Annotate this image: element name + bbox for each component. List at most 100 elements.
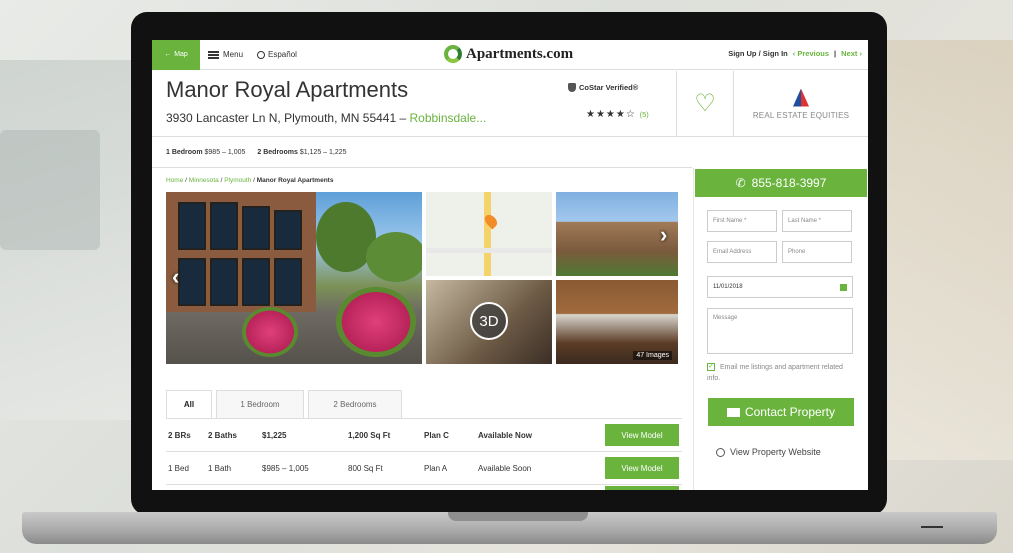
email-opt-in-label: Email me listings and apartment related … — [707, 364, 843, 382]
pricing-summary: 1 Bedroom $985 – 1,005 2 Bedrooms $1,125… — [152, 138, 692, 168]
heart-icon: ♡ — [694, 90, 716, 117]
previous-link[interactable]: ‹ Previous — [793, 49, 829, 58]
gallery-prev-arrow-icon[interactable]: ‹ — [172, 264, 179, 290]
globe-icon — [716, 447, 725, 457]
date-value: 11/01/2018 — [713, 284, 743, 290]
globe-icon — [257, 50, 266, 59]
calendar-icon[interactable] — [840, 284, 847, 291]
window-image — [210, 258, 238, 306]
move-in-date-field[interactable]: 11/01/2018 — [707, 276, 853, 298]
view-model-button[interactable]: View Model — [605, 424, 679, 446]
first-name-field[interactable]: First Name * — [707, 210, 777, 232]
tree-image — [366, 232, 422, 282]
costar-verified: CoStar Verified® — [568, 83, 638, 92]
unit-plan: Plan C — [424, 430, 449, 440]
last-name-field[interactable]: Last Name * — [782, 210, 852, 232]
unit-price: $985 – 1,005 — [262, 463, 309, 473]
one-bed-label: 1 Bedroom — [166, 149, 203, 156]
image-count: 47 Images — [633, 351, 672, 360]
sign-in-link[interactable]: Sign Up / Sign In — [728, 49, 788, 58]
favorite-button[interactable]: ♡ — [676, 71, 734, 137]
envelope-icon — [726, 407, 740, 417]
email-opt-in[interactable]: ✓ Email me listings and apartment related… — [707, 362, 857, 384]
unit-plan: Plan A — [424, 463, 448, 473]
contact-button-label: Contact Property — [744, 405, 836, 419]
unit-baths: 2 Baths — [208, 430, 237, 440]
window-image — [274, 210, 302, 250]
partial-view-model-button[interactable] — [605, 486, 679, 490]
unit-beds: 2 BRs — [168, 430, 191, 440]
flowers-image — [336, 287, 416, 357]
menu-button[interactable]: Menu — [208, 50, 243, 59]
unit-beds: 1 Bed — [168, 463, 189, 473]
main-photo[interactable]: ‹ — [166, 192, 422, 364]
neighborhood-link[interactable]: Robbinsdale... — [409, 111, 486, 125]
real-estate-equities-logo-icon — [793, 88, 809, 107]
next-link[interactable]: Next › — [841, 49, 862, 58]
menu-label: Menu — [223, 50, 244, 59]
star-rating-icon: ★★★★☆ — [586, 109, 636, 120]
window-image — [242, 258, 270, 306]
tab-1-bedroom[interactable]: 1 Bedroom — [216, 390, 304, 418]
breadcrumb-sep: / — [253, 177, 255, 184]
one-bed-pricing: 1 Bedroom $985 – 1,005 — [166, 149, 245, 156]
property-address: 3930 Lancaster Ln N, Plymouth, MN 55441 … — [166, 111, 486, 125]
window-image — [210, 202, 238, 250]
espanol-label: Español — [268, 50, 297, 59]
shield-icon — [568, 83, 576, 92]
window-image — [274, 258, 302, 306]
road-image — [484, 192, 491, 276]
email-field[interactable]: Email Address — [707, 241, 777, 263]
property-title: Manor Royal Apartments — [166, 77, 409, 102]
apartments-logo-icon — [444, 45, 462, 63]
laptop-notch — [448, 512, 588, 521]
exterior-photo[interactable]: › — [556, 192, 678, 276]
espanol-link[interactable]: Español — [257, 50, 297, 59]
phone-icon: ✆ — [735, 176, 746, 190]
window-image — [242, 206, 270, 250]
view-website-link[interactable]: View Property Website — [716, 447, 821, 457]
background-room-right — [873, 40, 1013, 460]
address-text: 3930 Lancaster Ln N, Plymouth, MN 55441 … — [166, 111, 407, 125]
map-button[interactable]: ← Map — [152, 40, 200, 70]
phone-number: 855-818-3997 — [751, 176, 827, 190]
website-link-label: View Property Website — [730, 447, 821, 457]
site-logo[interactable]: Apartments.com — [444, 45, 573, 63]
breadcrumb-city[interactable]: Plymouth — [224, 177, 251, 184]
hamburger-icon — [208, 50, 219, 59]
unit-availability: Available Now — [478, 430, 532, 440]
gallery-next-arrow-icon[interactable]: › — [660, 222, 667, 248]
unit-sqft: 1,200 Sq Ft — [348, 430, 391, 440]
contact-property-button[interactable]: Contact Property — [708, 398, 854, 426]
floorplan-tabs: All 1 Bedroom 2 Bedrooms — [166, 390, 402, 418]
logo-text: Apartments.com — [466, 45, 574, 62]
window-image — [178, 258, 206, 306]
view-model-button[interactable]: View Model — [605, 457, 679, 479]
management-name: REAL ESTATE EQUITIES — [752, 110, 850, 120]
property-header: Manor Royal Apartments 3930 Lancaster Ln… — [152, 71, 868, 137]
rating[interactable]: ★★★★☆ (5) — [586, 109, 649, 120]
tab-2-bedrooms[interactable]: 2 Bedrooms — [308, 390, 402, 418]
phone-button[interactable]: ✆ 855-818-3997 — [695, 169, 867, 197]
building-image — [166, 192, 316, 312]
tab-all[interactable]: All — [166, 390, 212, 418]
phone-field[interactable]: Phone — [782, 241, 852, 263]
unit-availability: Available Soon — [478, 463, 532, 473]
two-bed-price: $1,125 – 1,225 — [299, 149, 347, 156]
breadcrumb-state[interactable]: Minnesota — [189, 177, 219, 184]
unit-baths: 1 Bath — [208, 463, 232, 473]
map-thumbnail[interactable] — [426, 192, 552, 276]
breadcrumb-home[interactable]: Home — [166, 177, 183, 184]
panel-divider — [693, 168, 694, 490]
management-logo[interactable]: REAL ESTATE EQUITIES — [734, 71, 868, 137]
review-count[interactable]: (5) — [640, 110, 649, 119]
table-row: 2 BRs 2 Baths $1,225 1,200 Sq Ft Plan C … — [166, 419, 682, 452]
checkbox-checked-icon[interactable]: ✓ — [707, 363, 715, 372]
3d-tour-badge: 3D — [470, 302, 508, 340]
two-bed-label: 2 Bedrooms — [257, 149, 298, 156]
3d-tour-thumbnail[interactable]: 3D — [426, 280, 552, 364]
kitchen-photo[interactable]: 47 Images — [556, 280, 678, 364]
one-bed-price: $985 – 1,005 — [204, 149, 246, 156]
message-field[interactable]: Message — [707, 308, 853, 354]
background-table — [0, 130, 100, 250]
